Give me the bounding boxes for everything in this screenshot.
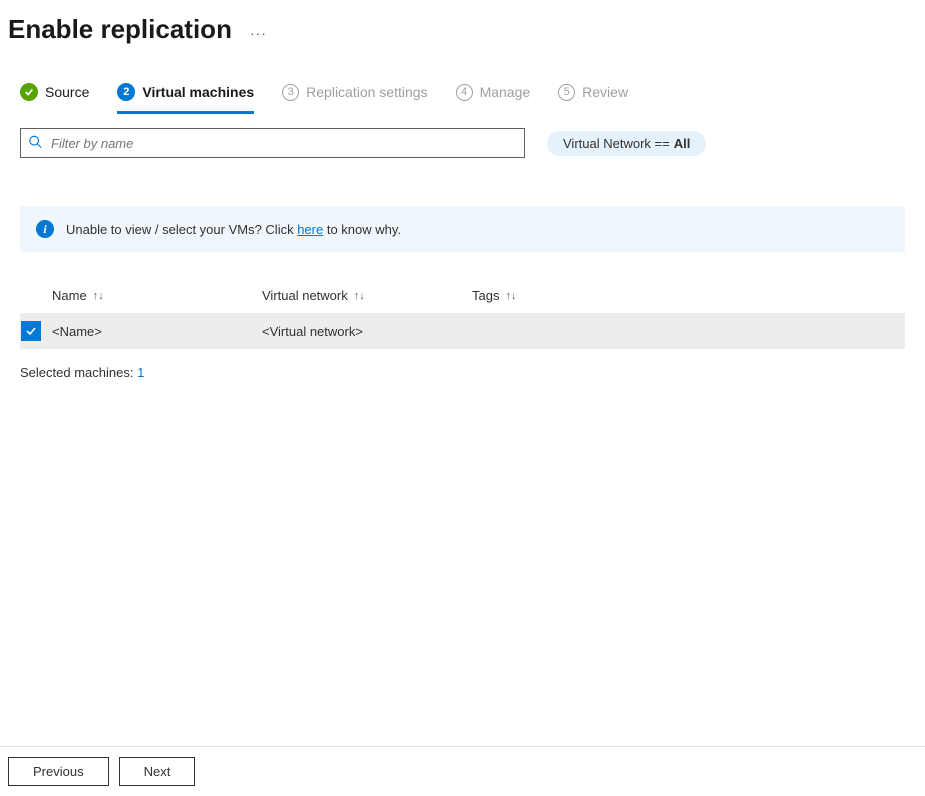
info-link-here[interactable]: here	[297, 222, 323, 237]
previous-button[interactable]: Previous	[8, 757, 109, 786]
selected-machines-summary: Selected machines: 1	[20, 365, 905, 380]
filter-pill-value: All	[674, 136, 691, 151]
step-label: Source	[45, 84, 89, 100]
step-replication-settings[interactable]: 3 Replication settings	[282, 84, 427, 114]
step-source[interactable]: Source	[20, 83, 89, 114]
filter-pill-label: Virtual Network ==	[563, 136, 670, 151]
column-header-name[interactable]: Name ↑↓	[52, 288, 262, 303]
step-number-icon: 2	[117, 83, 135, 101]
table-header: Name ↑↓ Virtual network ↑↓ Tags ↑↓	[20, 280, 905, 313]
filter-name-input[interactable]	[20, 128, 525, 158]
search-icon	[28, 135, 42, 152]
page-title: Enable replication	[8, 14, 232, 45]
step-review[interactable]: 5 Review	[558, 84, 628, 114]
next-button[interactable]: Next	[119, 757, 196, 786]
info-text-before: Unable to view / select your VMs? Click	[66, 222, 297, 237]
wizard-steps: Source 2 Virtual machines 3 Replication …	[0, 55, 925, 114]
vm-table: Name ↑↓ Virtual network ↑↓ Tags ↑↓ <Name…	[20, 280, 905, 349]
column-header-tags[interactable]: Tags ↑↓	[472, 288, 672, 303]
cell-name: <Name>	[52, 324, 262, 339]
table-row[interactable]: <Name> <Virtual network>	[20, 313, 905, 349]
step-label: Review	[582, 84, 628, 100]
step-number-icon: 5	[558, 84, 575, 101]
info-text-after: to know why.	[323, 222, 401, 237]
column-label: Virtual network	[262, 288, 348, 303]
sort-icon: ↑↓	[505, 290, 516, 302]
info-banner: i Unable to view / select your VMs? Clic…	[20, 206, 905, 252]
cell-vnet: <Virtual network>	[262, 324, 472, 339]
check-icon	[20, 83, 38, 101]
sort-icon: ↑↓	[93, 290, 104, 302]
info-text: Unable to view / select your VMs? Click …	[66, 222, 401, 237]
more-icon[interactable]: ···	[250, 19, 267, 41]
sort-icon: ↑↓	[354, 290, 365, 302]
step-virtual-machines[interactable]: 2 Virtual machines	[117, 83, 254, 114]
step-label: Replication settings	[306, 84, 427, 100]
filter-pill-virtual-network[interactable]: Virtual Network == All	[547, 131, 706, 156]
column-header-vnet[interactable]: Virtual network ↑↓	[262, 288, 472, 303]
step-number-icon: 3	[282, 84, 299, 101]
search-box	[20, 128, 525, 158]
summary-count: 1	[137, 365, 144, 380]
step-label: Manage	[480, 84, 531, 100]
step-number-icon: 4	[456, 84, 473, 101]
column-label: Name	[52, 288, 87, 303]
step-label: Virtual machines	[142, 84, 254, 100]
column-label: Tags	[472, 288, 499, 303]
info-icon: i	[36, 220, 54, 238]
step-manage[interactable]: 4 Manage	[456, 84, 531, 114]
summary-label: Selected machines:	[20, 365, 137, 380]
footer: Previous Next	[0, 746, 925, 796]
row-checkbox[interactable]	[21, 321, 41, 341]
